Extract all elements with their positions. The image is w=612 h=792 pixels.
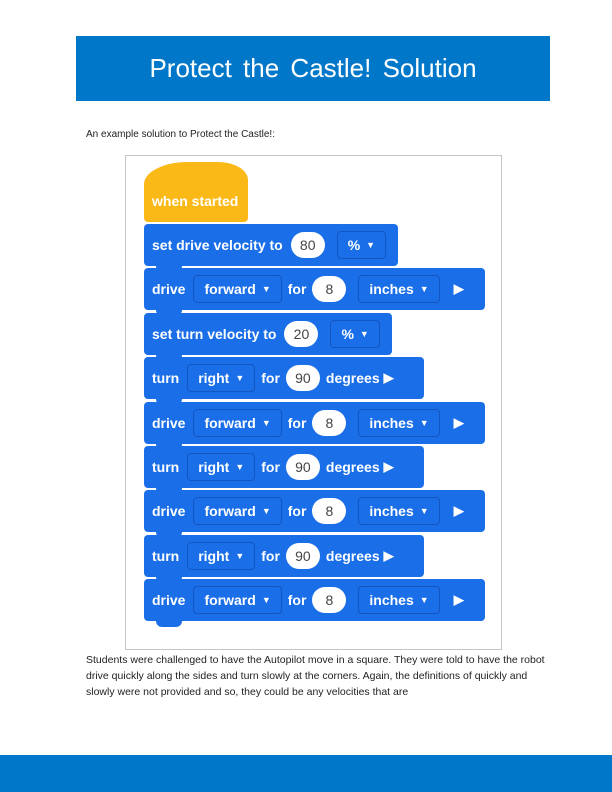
- direction-label: forward: [204, 503, 256, 520]
- caret-down-icon: ▼: [419, 595, 429, 606]
- unit-label: degrees: [325, 547, 380, 564]
- caret-down-icon: ▼: [261, 506, 271, 517]
- value-input[interactable]: 8: [312, 409, 347, 436]
- for-label: for: [261, 370, 280, 387]
- direction-dropdown[interactable]: forward ▼: [193, 275, 282, 304]
- for-label: for: [287, 503, 307, 520]
- direction-label: forward: [204, 414, 256, 431]
- unit-label: inches: [369, 414, 414, 431]
- expand-arrow-icon[interactable]: ▶: [454, 503, 464, 519]
- when-started-block: when started: [144, 162, 248, 222]
- caret-down-icon: ▼: [359, 328, 369, 339]
- caret-down-icon: ▼: [235, 550, 245, 561]
- value-input[interactable]: 20: [284, 320, 319, 347]
- direction-dropdown[interactable]: forward ▼: [193, 497, 282, 526]
- for-label: for: [261, 547, 280, 564]
- expand-arrow-icon[interactable]: ▶: [454, 281, 464, 297]
- direction-label: right: [198, 370, 230, 387]
- value-input[interactable]: 90: [285, 542, 320, 569]
- value-input[interactable]: 80: [290, 232, 325, 258]
- block-label: drive: [152, 414, 186, 431]
- unit-dropdown[interactable]: inches ▼: [358, 586, 440, 615]
- value-input[interactable]: 8: [312, 498, 347, 525]
- intro-text: An example solution to Protect the Castl…: [86, 129, 275, 140]
- block-label: turn: [152, 459, 180, 475]
- turn-block: turn right ▼ for 90 degrees ▶: [144, 357, 424, 406]
- block-label: set drive velocity to: [152, 237, 283, 253]
- unit-label: inches: [369, 592, 414, 609]
- direction-label: right: [198, 547, 230, 564]
- page: Protect the Castle! Solution An example …: [0, 0, 612, 792]
- expand-arrow-icon[interactable]: ▶: [384, 548, 394, 564]
- caret-down-icon: ▼: [261, 595, 271, 606]
- unit-dropdown[interactable]: inches ▼: [358, 275, 440, 304]
- for-label: for: [261, 459, 280, 475]
- body-text: Students were challenged to have the Aut…: [86, 654, 545, 698]
- turn-block: turn right ▼ for 90 degrees ▶: [144, 534, 424, 583]
- unit-label: %: [347, 237, 361, 253]
- caret-down-icon: ▼: [419, 417, 429, 428]
- block-label: drive: [152, 281, 186, 298]
- unit-label: %: [341, 325, 354, 342]
- direction-dropdown[interactable]: right ▼: [187, 364, 256, 393]
- direction-dropdown[interactable]: forward ▼: [193, 408, 282, 437]
- value-input[interactable]: 8: [312, 276, 347, 303]
- for-label: for: [287, 592, 307, 609]
- drive-block: drive forward ▼ for 8 inches ▼ ▶: [144, 401, 485, 450]
- caret-down-icon: ▼: [235, 462, 245, 472]
- value-input[interactable]: 90: [285, 365, 320, 392]
- unit-dropdown[interactable]: inches ▼: [358, 408, 440, 437]
- for-label: for: [287, 414, 307, 431]
- unit-label: inches: [369, 281, 414, 298]
- unit-label: degrees: [325, 370, 380, 387]
- unit-dropdown[interactable]: inches ▼: [358, 497, 440, 526]
- block-label: turn: [152, 547, 180, 564]
- caret-down-icon: ▼: [419, 506, 429, 517]
- unit-label: degrees: [325, 459, 380, 475]
- drive-block: drive forward ▼ for 8 inches ▼ ▶: [144, 490, 485, 539]
- value-input[interactable]: 90: [285, 454, 320, 480]
- for-label: for: [287, 281, 307, 298]
- page-footer: [0, 755, 612, 792]
- caret-down-icon: ▼: [235, 373, 245, 384]
- page-header: Protect the Castle! Solution: [76, 36, 550, 101]
- block-label: set turn velocity to: [152, 325, 277, 342]
- expand-arrow-icon[interactable]: ▶: [384, 370, 394, 386]
- direction-dropdown[interactable]: forward ▼: [193, 586, 282, 615]
- direction-label: forward: [204, 281, 256, 298]
- turn-block: turn right ▼ for 90 degrees ▶: [144, 446, 424, 494]
- set-block: set drive velocity to 80% ▼: [144, 224, 398, 272]
- expand-arrow-icon[interactable]: ▶: [454, 592, 464, 608]
- hat-label: when started: [152, 193, 239, 209]
- set-block: set turn velocity to 20% ▼: [144, 312, 392, 361]
- unit-dropdown[interactable]: % ▼: [330, 319, 380, 348]
- unit-label: inches: [369, 503, 414, 520]
- page-title: Protect the Castle! Solution: [149, 53, 477, 83]
- direction-dropdown[interactable]: right ▼: [187, 453, 256, 481]
- caret-down-icon: ▼: [261, 417, 271, 428]
- expand-arrow-icon[interactable]: ▶: [454, 415, 464, 431]
- drive-block: drive forward ▼ for 8 inches ▼ ▶: [144, 579, 485, 628]
- caret-down-icon: ▼: [261, 284, 271, 295]
- caret-down-icon: ▼: [366, 240, 376, 250]
- value-input[interactable]: 8: [312, 587, 347, 614]
- block-label: drive: [152, 592, 186, 609]
- unit-dropdown[interactable]: % ▼: [336, 231, 387, 259]
- direction-dropdown[interactable]: right ▼: [187, 541, 256, 570]
- block-label: turn: [152, 370, 180, 387]
- direction-label: right: [198, 459, 230, 475]
- direction-label: forward: [204, 592, 256, 609]
- expand-arrow-icon[interactable]: ▶: [384, 459, 394, 475]
- drive-block: drive forward ▼ for 8 inches ▼ ▶: [144, 268, 485, 317]
- block-label: drive: [152, 503, 186, 520]
- caret-down-icon: ▼: [419, 284, 429, 295]
